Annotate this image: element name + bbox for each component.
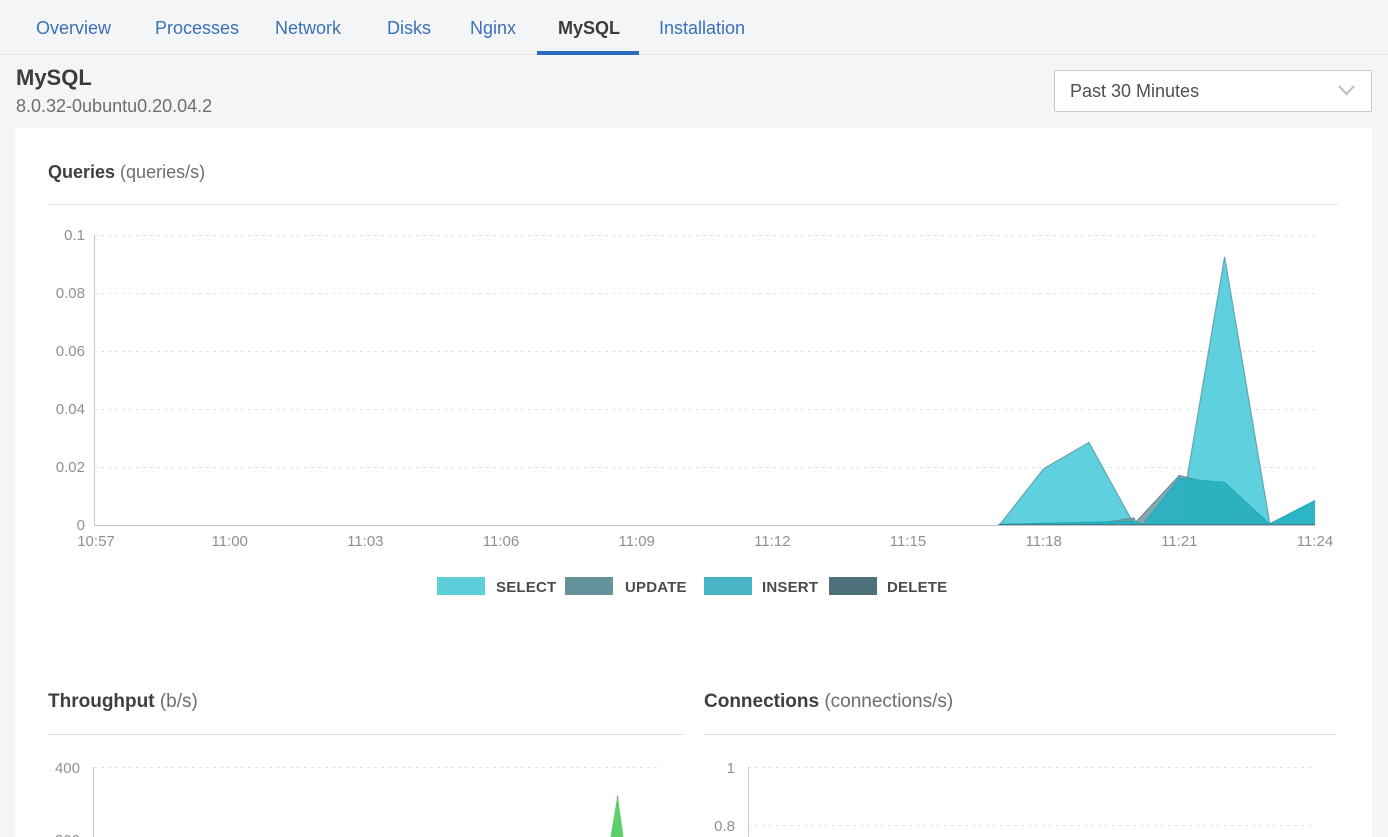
svg-text:11:09: 11:09 [618, 533, 654, 550]
svg-text:0.1: 0.1 [64, 227, 85, 244]
svg-text:11:21: 11:21 [1161, 533, 1197, 550]
svg-text:11:18: 11:18 [1025, 533, 1061, 550]
svg-text:0.8: 0.8 [714, 818, 735, 835]
svg-text:11:15: 11:15 [890, 533, 926, 550]
svg-text:10:57: 10:57 [77, 533, 115, 550]
svg-text:11:03: 11:03 [347, 533, 383, 550]
svg-text:11:24: 11:24 [1297, 533, 1333, 550]
svg-text:11:12: 11:12 [754, 533, 790, 550]
svg-text:11:06: 11:06 [483, 533, 519, 550]
svg-text:0.04: 0.04 [56, 401, 85, 418]
svg-text:0: 0 [77, 517, 85, 534]
svg-text:1: 1 [727, 760, 735, 777]
svg-text:300: 300 [55, 832, 80, 837]
svg-text:400: 400 [55, 760, 80, 777]
svg-text:0.06: 0.06 [56, 343, 85, 360]
svg-text:11:00: 11:00 [211, 533, 247, 550]
svg-text:0.08: 0.08 [56, 285, 85, 302]
svg-text:0.02: 0.02 [56, 459, 85, 476]
